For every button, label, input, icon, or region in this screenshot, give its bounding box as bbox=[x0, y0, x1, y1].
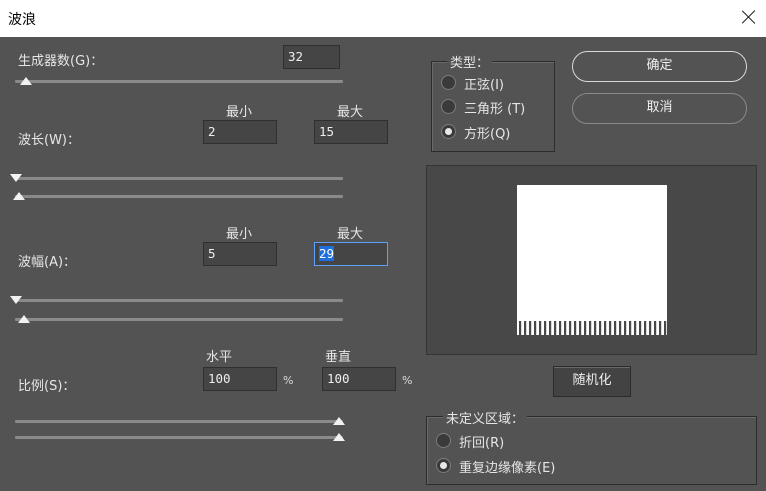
amplitude-max-input[interactable]: 29 bbox=[314, 242, 388, 266]
preview-edge-tooth bbox=[564, 321, 567, 335]
scale-label: 比例(S)： bbox=[18, 379, 76, 394]
preview-edge-tooth bbox=[629, 321, 632, 335]
preview-edge-tooth bbox=[644, 321, 647, 335]
preview-edge-tooth bbox=[594, 321, 597, 335]
wavelength-max-input[interactable]: 15 bbox=[314, 120, 388, 144]
wavelength-min-input[interactable]: 2 bbox=[203, 120, 277, 144]
type-square-radio[interactable] bbox=[441, 124, 456, 139]
preview-edge-tooth bbox=[559, 321, 562, 335]
generators-input[interactable]: 32 bbox=[283, 45, 340, 69]
amplitude-max-slider-track[interactable] bbox=[15, 318, 343, 321]
preview-edge-tooth bbox=[579, 321, 582, 335]
type-square-label[interactable]: 方形(Q) bbox=[464, 123, 510, 142]
scale-vertical-unit: % bbox=[402, 374, 413, 387]
wavelength-max-slider-thumb[interactable] bbox=[13, 192, 25, 200]
preview-edge-tooth bbox=[659, 321, 662, 335]
randomize-button[interactable]: 随机化 bbox=[553, 366, 631, 397]
preview-edge-tooth bbox=[554, 321, 557, 335]
preview-edge-tooth bbox=[524, 321, 527, 335]
preview-edge-tooth bbox=[584, 321, 587, 335]
scale-vertical-header: 垂直 bbox=[324, 350, 351, 365]
wavelength-min-slider-track[interactable] bbox=[15, 177, 343, 180]
cancel-button[interactable]: 取消 bbox=[572, 93, 747, 124]
scale-horizontal-slider-thumb[interactable] bbox=[333, 417, 345, 425]
wrap-around-radio[interactable] bbox=[436, 433, 451, 448]
scale-horizontal-slider-track[interactable] bbox=[15, 420, 343, 423]
generators-label: 生成器数(G)： bbox=[18, 54, 104, 69]
wavelength-min-slider-thumb[interactable] bbox=[10, 174, 22, 182]
scale-horizontal-header: 水平 bbox=[205, 350, 232, 365]
preview-edge-tooth bbox=[534, 321, 537, 335]
type-sine-radio[interactable] bbox=[441, 75, 456, 90]
close-icon[interactable] bbox=[738, 6, 760, 28]
wavelength-max-header: 最大 bbox=[336, 105, 363, 120]
type-triangle-radio[interactable] bbox=[441, 99, 456, 114]
scale-vertical-slider-thumb[interactable] bbox=[333, 433, 345, 441]
preview-edge-tooth bbox=[624, 321, 627, 335]
preview-edge-tooth bbox=[664, 321, 667, 335]
amplitude-label: 波幅(A)： bbox=[18, 255, 77, 270]
preview-edge-tooth bbox=[574, 321, 577, 335]
undefined-areas-legend: 未定义区域： bbox=[443, 408, 528, 427]
amplitude-min-slider-track[interactable] bbox=[15, 299, 343, 302]
generators-slider-track[interactable] bbox=[15, 80, 343, 83]
preview-edge-tooth bbox=[649, 321, 652, 335]
preview-edge-tooth bbox=[539, 321, 542, 335]
preview-edge-tooth bbox=[544, 321, 547, 335]
repeat-edge-radio[interactable] bbox=[436, 458, 451, 473]
preview-edge-tooth bbox=[614, 321, 617, 335]
scale-horizontal-input[interactable]: 100 bbox=[203, 367, 277, 391]
scale-horizontal-unit: % bbox=[283, 374, 294, 387]
dialog-title: 波浪 bbox=[8, 12, 36, 28]
title-bar: 波浪 bbox=[0, 0, 766, 37]
amplitude-max-selected-text: 29 bbox=[319, 246, 335, 261]
scale-vertical-slider-track[interactable] bbox=[15, 436, 343, 439]
preview-panel bbox=[426, 165, 757, 355]
preview-edge-tooth bbox=[529, 321, 532, 335]
amplitude-min-header: 最小 bbox=[225, 227, 252, 242]
preview-edge-tooth bbox=[599, 321, 602, 335]
wrap-around-label[interactable]: 折回(R) bbox=[459, 432, 504, 451]
preview-edge-tooth bbox=[549, 321, 552, 335]
amplitude-max-slider-thumb[interactable] bbox=[18, 315, 30, 323]
type-legend: 类型： bbox=[447, 52, 493, 71]
preview-image bbox=[517, 185, 667, 335]
ok-button[interactable]: 确定 bbox=[572, 51, 747, 82]
preview-edge-tooth bbox=[654, 321, 657, 335]
preview-edge-tooth bbox=[634, 321, 637, 335]
wavelength-label: 波长(W)： bbox=[18, 133, 80, 148]
amplitude-min-input[interactable]: 5 bbox=[203, 242, 277, 266]
preview-edge-tooth bbox=[519, 321, 522, 335]
repeat-edge-label[interactable]: 重复边缘像素(E) bbox=[459, 457, 555, 476]
type-sine-label[interactable]: 正弦(I) bbox=[464, 74, 504, 93]
amplitude-min-slider-thumb[interactable] bbox=[10, 296, 22, 304]
preview-edge-tooth bbox=[609, 321, 612, 335]
wavelength-min-header: 最小 bbox=[225, 105, 252, 120]
preview-edge-tooth bbox=[569, 321, 572, 335]
preview-edge-tooth bbox=[619, 321, 622, 335]
preview-edge-tooth bbox=[604, 321, 607, 335]
amplitude-max-header: 最大 bbox=[336, 227, 363, 242]
preview-wave-edge bbox=[519, 321, 667, 335]
wavelength-max-slider-track[interactable] bbox=[15, 195, 343, 198]
type-triangle-label[interactable]: 三角形 (T) bbox=[464, 98, 525, 117]
generators-slider-thumb[interactable] bbox=[20, 77, 32, 85]
preview-edge-tooth bbox=[589, 321, 592, 335]
preview-edge-tooth bbox=[639, 321, 642, 335]
scale-vertical-input[interactable]: 100 bbox=[322, 367, 396, 391]
